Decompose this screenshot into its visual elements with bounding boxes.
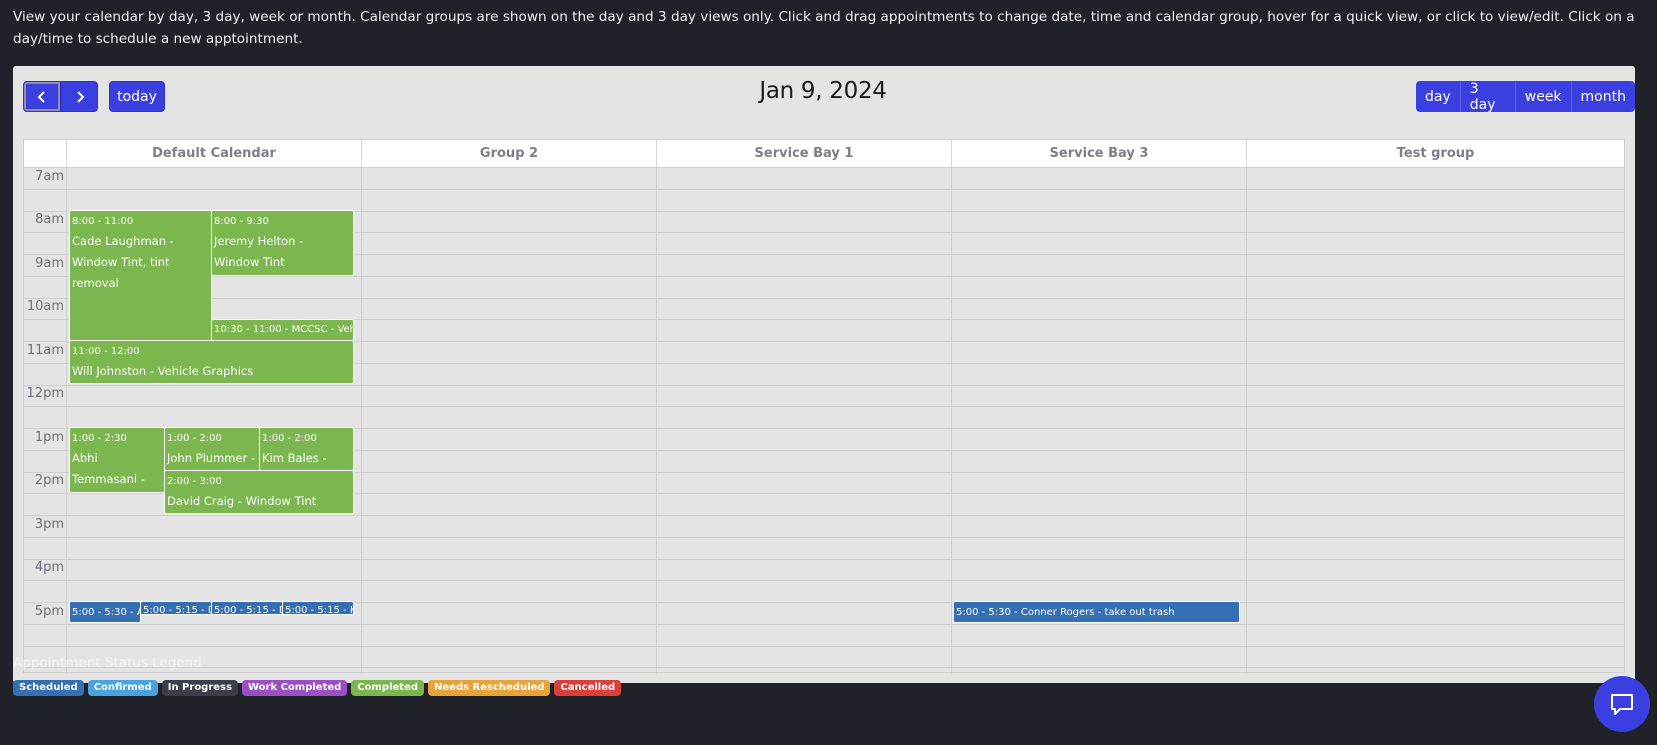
time-label: 12pm	[26, 386, 64, 401]
appointment-event[interactable]: 10:30 - 11:00 - MCCSC - Vehicle	[211, 319, 354, 341]
event-text: 5:00 - 5:15 - Dal	[214, 605, 282, 615]
status-badge: Cancelled	[554, 680, 622, 696]
view-switcher: day 3 day week month	[1416, 81, 1635, 113]
event-title: Jeremy Helton - Window Tint	[214, 234, 304, 269]
event-time: 2:00 - 3:00	[167, 476, 222, 487]
event-text: 10:30 - 11:00 - MCCSC - Vehicle	[214, 324, 353, 335]
appointment-event[interactable]: 8:00 - 11:00 Cade Laughman - Window Tint…	[69, 210, 212, 341]
event-time: 1:00 - 2:00	[167, 433, 222, 444]
grid-line	[24, 515, 1624, 516]
time-label: 3pm	[34, 517, 64, 532]
time-label: 5pm	[34, 604, 64, 619]
appointment-event[interactable]: 1:00 - 2:00 Kim Bales -	[259, 427, 354, 471]
status-badge: Completed	[351, 680, 425, 696]
view-day-button[interactable]: day	[1416, 81, 1460, 112]
calendar-panel: today Jan 9, 2024 day 3 day week month D…	[13, 66, 1635, 683]
next-button[interactable]	[61, 81, 98, 112]
column-header-test-group: Test group	[1246, 140, 1624, 167]
status-badge: Work Completed	[241, 680, 348, 696]
time-label: 10am	[26, 299, 64, 314]
chevron-right-icon	[76, 90, 84, 103]
time-label: 1pm	[34, 430, 64, 445]
grid-line	[24, 667, 1624, 669]
column-divider	[361, 167, 362, 674]
status-badge: In Progress	[161, 680, 238, 696]
time-label: 7am	[35, 169, 64, 184]
event-text: 5:00 - 5:15 - Dal	[143, 605, 211, 615]
grid-line	[24, 645, 1624, 647]
intro-text: View your calendar by day, 3 day, week o…	[13, 9, 1635, 47]
event-title: Kim Bales -	[262, 451, 327, 465]
status-badge: Confirmed	[87, 680, 158, 696]
column-header-group-2: Group 2	[361, 140, 656, 167]
appointment-event[interactable]: 1:00 - 2:30 Abhi Temmasani - Window Tint	[69, 427, 165, 493]
today-button[interactable]: today	[109, 81, 165, 112]
time-label: 11am	[26, 343, 64, 358]
event-title: Abhi Temmasani - Window Tint	[72, 451, 145, 486]
time-grid[interactable]: Default Calendar Group 2 Service Bay 1 S…	[23, 139, 1625, 674]
grid-line	[24, 297, 1624, 299]
event-title: John Plummer -	[167, 451, 256, 465]
column-divider	[951, 167, 952, 674]
legend-title: Appointment Status Legend	[13, 655, 202, 671]
event-time: 8:00 - 9:30	[214, 216, 269, 227]
column-header-service-bay-1: Service Bay 1	[656, 140, 951, 167]
column-divider	[66, 167, 67, 674]
event-time: 8:00 - 11:00	[72, 216, 134, 227]
appointment-event[interactable]: 11:00 - 12:00 Will Johnston - Vehicle Gr…	[69, 340, 354, 384]
grid-line	[24, 188, 1624, 190]
time-label: 8am	[35, 212, 64, 227]
appointment-event[interactable]: 5:00 - 5:30 - Conner Rogers - take out t…	[953, 601, 1240, 623]
appointment-event[interactable]: 5:00 - 5:15 - Kw	[282, 601, 354, 615]
grid-line	[24, 580, 1624, 582]
appointment-event[interactable]: 5:00 - 5:30 - Ad	[69, 601, 141, 623]
view-week-button[interactable]: week	[1514, 81, 1571, 112]
grid-line	[24, 384, 1624, 386]
status-legend: Scheduled Confirmed In Progress Work Com…	[13, 680, 622, 696]
status-badge: Needs Rescheduled	[428, 680, 551, 696]
column-divider	[656, 167, 657, 674]
grid-line	[24, 406, 1624, 408]
prev-button[interactable]	[23, 81, 61, 112]
event-time: 1:00 - 2:30	[72, 433, 127, 444]
chat-button[interactable]	[1594, 676, 1650, 732]
event-title: Cade Laughman - Window Tint, tint remova…	[72, 234, 174, 290]
grid-line	[24, 536, 1624, 538]
event-title: Will Johnston - Vehicle Graphics	[72, 364, 254, 378]
time-label: 9am	[35, 256, 64, 271]
event-text: 5:00 - 5:30 - Ad	[72, 607, 140, 618]
view-3day-button[interactable]: 3 day	[1459, 81, 1515, 113]
event-time: 1:00 - 2:00	[262, 433, 317, 444]
grid-line	[24, 623, 1624, 625]
chat-bubble-icon	[1611, 694, 1633, 715]
appointment-event[interactable]: 5:00 - 5:15 - Dal	[140, 601, 212, 615]
column-divider	[1246, 167, 1247, 674]
appointment-event[interactable]: 8:00 - 9:30 Jeremy Helton - Window Tint	[211, 210, 354, 276]
view-month-button[interactable]: month	[1570, 81, 1635, 112]
appointment-event[interactable]: 2:00 - 3:00 David Craig - Window Tint	[164, 470, 354, 514]
appointment-event[interactable]: 1:00 - 2:00 John Plummer -	[164, 427, 260, 471]
event-time: 11:00 - 12:00	[72, 346, 140, 357]
calendar-title: Jan 9, 2024	[759, 78, 887, 104]
event-text: 5:00 - 5:15 - Kw	[285, 605, 353, 615]
time-label: 2pm	[34, 473, 64, 488]
time-label: 4pm	[34, 560, 64, 575]
column-header-service-bay-3: Service Bay 3	[951, 140, 1246, 167]
column-header-default-calendar: Default Calendar	[66, 140, 361, 167]
status-badge: Scheduled	[13, 680, 84, 696]
event-text: 5:00 - 5:30 - Conner Rogers - take out t…	[956, 607, 1175, 618]
grid-line	[24, 558, 1624, 560]
event-title: David Craig - Window Tint	[167, 494, 317, 508]
chevron-left-icon	[37, 90, 45, 103]
appointment-event[interactable]: 5:00 - 5:15 - Dal	[211, 601, 283, 615]
column-header-row: Default Calendar Group 2 Service Bay 1 S…	[24, 140, 1624, 168]
